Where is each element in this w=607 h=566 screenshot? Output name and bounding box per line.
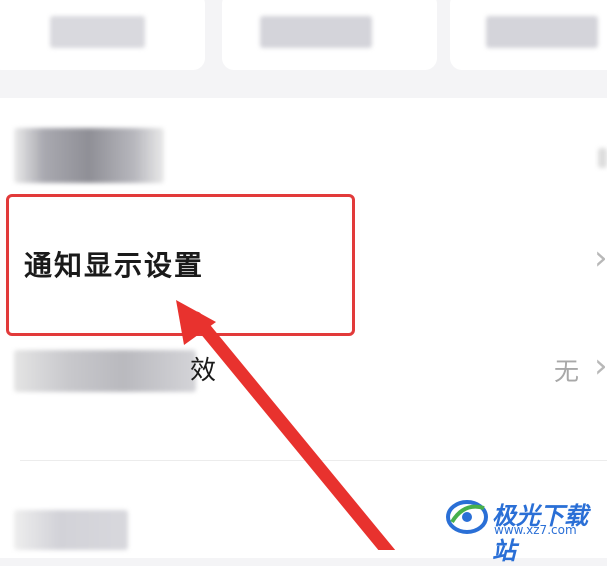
blurred-label [14, 128, 164, 183]
blurred-label [14, 510, 128, 550]
blurred-label [260, 16, 372, 48]
highlight-box [6, 194, 355, 336]
chevron-right-icon: › [594, 238, 607, 278]
row-value: 无 [554, 357, 580, 386]
chevron-right-icon: › [594, 346, 607, 386]
shortcut-card-3[interactable] [450, 0, 607, 70]
settings-row-blurred-1[interactable] [0, 120, 607, 190]
watermark-logo: 极光下载站 www.xz7.com [442, 490, 607, 565]
blurred-label [50, 16, 145, 48]
watermark-swirl-icon [446, 500, 488, 534]
blurred-chevron [598, 148, 607, 168]
blurred-label [14, 350, 196, 392]
watermark-url: www.xz7.com [494, 523, 577, 537]
top-shortcut-cards [0, 0, 607, 78]
row-label-tail: 效 [190, 356, 219, 386]
settings-row-blurred-2[interactable]: 效 无 › [0, 340, 607, 400]
shortcut-card-1[interactable] [0, 0, 205, 70]
blurred-label [486, 16, 598, 48]
shortcut-card-2[interactable] [222, 0, 437, 70]
divider [20, 460, 607, 461]
